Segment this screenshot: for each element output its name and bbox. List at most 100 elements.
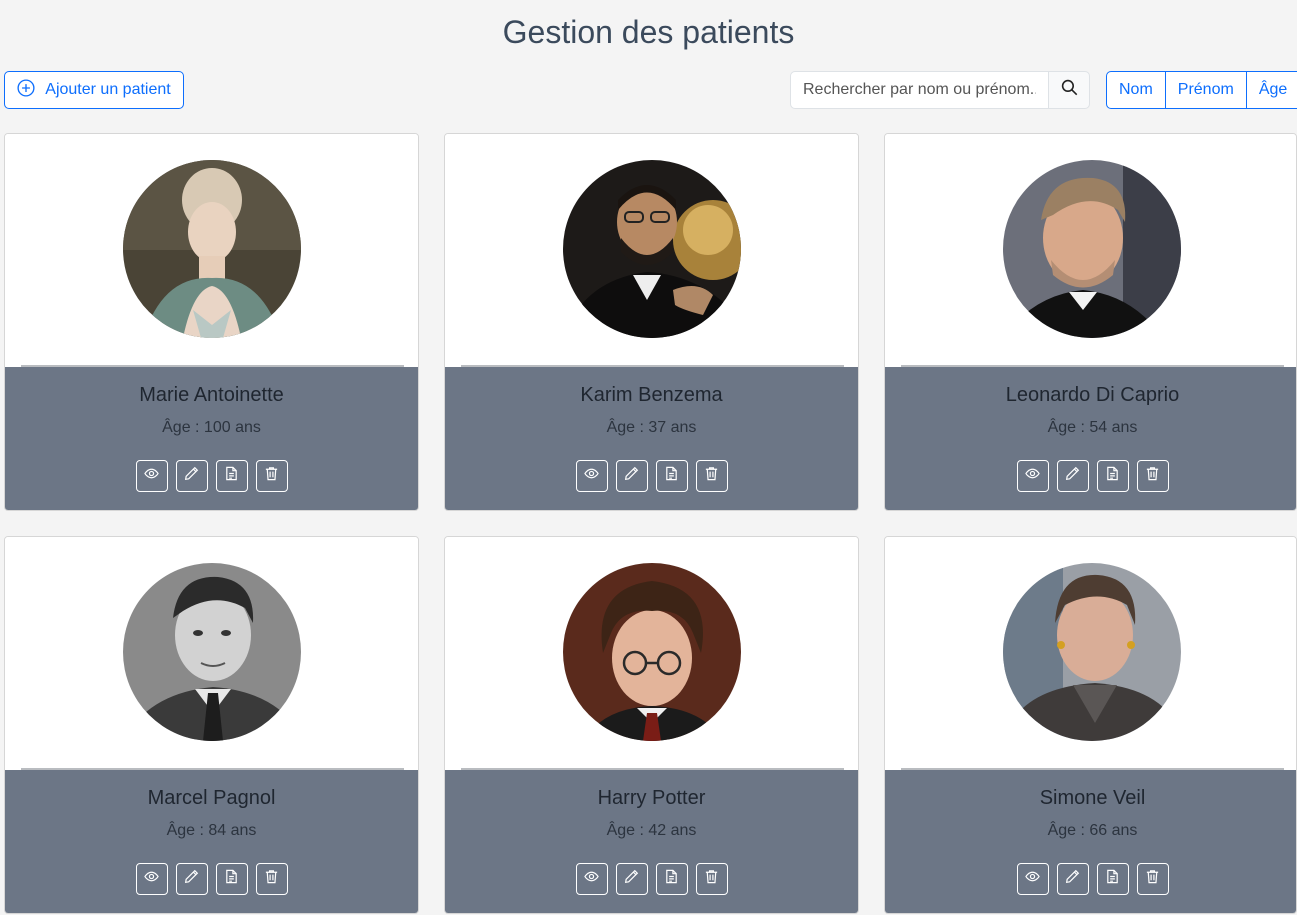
document-icon: [1105, 869, 1120, 889]
trash-icon: [264, 466, 279, 486]
document-icon: [224, 466, 239, 486]
page-title: Gestion des patients: [502, 14, 795, 50]
sort-by-firstname-button[interactable]: Prénom: [1164, 71, 1247, 109]
document-icon: [1105, 466, 1120, 486]
card-body: Harry Potter Âge : 42 ans: [445, 770, 858, 913]
document-button[interactable]: [1096, 460, 1129, 492]
pencil-icon: [624, 869, 639, 889]
patient-card: Harry Potter Âge : 42 ans: [444, 536, 859, 914]
trash-icon: [704, 466, 719, 486]
patient-avatar: [563, 563, 741, 741]
patient-avatar: [563, 160, 741, 338]
patient-avatar: [1003, 160, 1181, 338]
card-body: Simone Veil Âge : 66 ans: [885, 770, 1296, 913]
patient-name: Simone Veil: [1039, 787, 1146, 809]
patient-card: Marcel Pagnol Âge : 84 ans: [4, 536, 419, 914]
eye-icon: [1025, 869, 1040, 889]
patient-age: Âge : 54 ans: [1047, 419, 1138, 436]
patient-card: Karim Benzema Âge : 37 ans: [444, 133, 859, 511]
trash-icon: [264, 869, 279, 889]
edit-button[interactable]: [615, 863, 648, 895]
edit-button[interactable]: [1056, 863, 1089, 895]
add-patient-button[interactable]: Ajouter un patient: [4, 71, 184, 109]
search-input[interactable]: [790, 71, 1048, 109]
trash-icon: [1145, 466, 1160, 486]
edit-button[interactable]: [1056, 460, 1089, 492]
patient-avatar: [1003, 563, 1181, 741]
delete-button[interactable]: [1136, 863, 1169, 895]
patient-age: Âge : 42 ans: [606, 822, 697, 839]
card-body: Marie Antoinette Âge : 100 ans: [5, 367, 418, 510]
patient-card: Leonardo Di Caprio Âge : 54 ans: [884, 133, 1297, 511]
view-button[interactable]: [135, 863, 168, 895]
edit-button[interactable]: [615, 460, 648, 492]
patient-name: Harry Potter: [597, 787, 706, 809]
document-icon: [664, 869, 679, 889]
edit-button[interactable]: [175, 460, 208, 492]
eye-icon: [584, 466, 599, 486]
delete-button[interactable]: [255, 863, 288, 895]
card-actions: [885, 460, 1296, 492]
search-button[interactable]: [1048, 71, 1090, 109]
eye-icon: [1025, 466, 1040, 486]
view-button[interactable]: [1016, 863, 1049, 895]
card-actions: [5, 460, 418, 492]
card-photo-area: [5, 537, 418, 770]
card-actions: [885, 863, 1296, 895]
patient-name: Leonardo Di Caprio: [1005, 384, 1180, 406]
document-button[interactable]: [215, 460, 248, 492]
patient-name: Karim Benzema: [580, 384, 723, 406]
card-body: Karim Benzema Âge : 37 ans: [445, 367, 858, 510]
pencil-icon: [184, 466, 199, 486]
plus-circle-icon: [17, 78, 35, 102]
card-body: Leonardo Di Caprio Âge : 54 ans: [885, 367, 1296, 510]
search-icon: [1061, 79, 1078, 101]
document-button[interactable]: [655, 863, 688, 895]
card-photo-area: [885, 134, 1296, 367]
card-actions: [5, 863, 418, 895]
edit-button[interactable]: [175, 863, 208, 895]
view-button[interactable]: [1016, 460, 1049, 492]
sort-button-group: Nom Prénom Âge: [1106, 71, 1297, 109]
document-button[interactable]: [1096, 863, 1129, 895]
card-actions: [445, 863, 858, 895]
sort-by-age-button[interactable]: Âge: [1245, 71, 1297, 109]
document-button[interactable]: [655, 460, 688, 492]
delete-button[interactable]: [255, 460, 288, 492]
patient-card: Marie Antoinette Âge : 100 ans: [4, 133, 419, 511]
card-photo-area: [885, 537, 1296, 770]
delete-button[interactable]: [695, 863, 728, 895]
card-photo-area: [5, 134, 418, 367]
view-button[interactable]: [135, 460, 168, 492]
pencil-icon: [624, 466, 639, 486]
patient-card: Simone Veil Âge : 66 ans: [884, 536, 1297, 914]
sort-by-name-button[interactable]: Nom: [1106, 71, 1166, 109]
document-icon: [224, 869, 239, 889]
trash-icon: [704, 869, 719, 889]
card-body: Marcel Pagnol Âge : 84 ans: [5, 770, 418, 913]
patient-age: Âge : 100 ans: [162, 419, 261, 436]
patient-name: Marcel Pagnol: [147, 787, 276, 809]
patient-avatar: [123, 563, 301, 741]
add-patient-label: Ajouter un patient: [45, 81, 171, 98]
patient-avatar: [123, 160, 301, 338]
view-button[interactable]: [575, 460, 608, 492]
patient-age: Âge : 66 ans: [1047, 822, 1138, 839]
document-icon: [664, 466, 679, 486]
pencil-icon: [184, 869, 199, 889]
card-actions: [445, 460, 858, 492]
search-group: [790, 71, 1090, 109]
eye-icon: [584, 869, 599, 889]
pencil-icon: [1065, 869, 1080, 889]
document-button[interactable]: [215, 863, 248, 895]
patient-age: Âge : 84 ans: [166, 822, 257, 839]
delete-button[interactable]: [695, 460, 728, 492]
card-photo-area: [445, 134, 858, 367]
view-button[interactable]: [575, 863, 608, 895]
card-photo-area: [445, 537, 858, 770]
eye-icon: [144, 466, 159, 486]
delete-button[interactable]: [1136, 460, 1169, 492]
trash-icon: [1145, 869, 1160, 889]
patient-age: Âge : 37 ans: [606, 419, 697, 436]
eye-icon: [144, 869, 159, 889]
